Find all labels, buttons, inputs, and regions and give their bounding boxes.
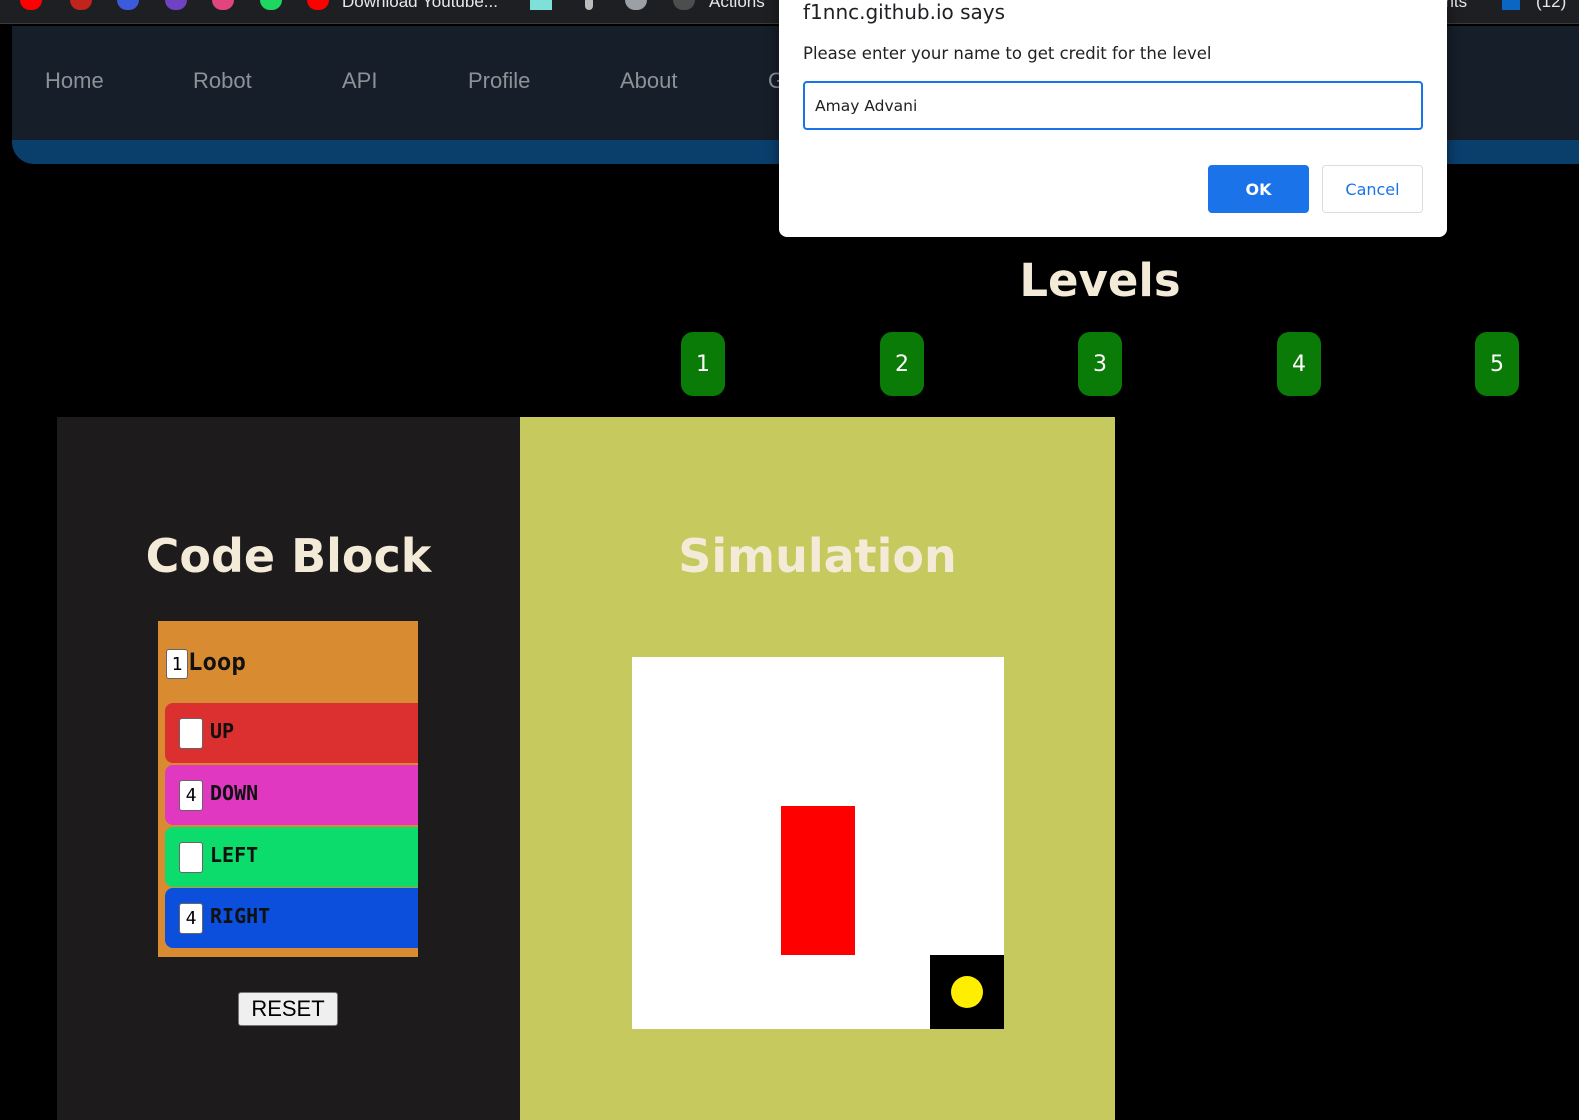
name-input[interactable] — [803, 81, 1423, 130]
robot-ball — [951, 976, 983, 1008]
globe-icon[interactable] — [117, 0, 139, 10]
multicolor-icon[interactable] — [165, 0, 187, 10]
bookmark-label-linkedin[interactable]: (12) — [1536, 0, 1566, 12]
nav-link-about[interactable]: About — [620, 68, 678, 94]
loop-block[interactable]: 1 Loop UP 4 DOWN LEFT 4 RIGHT — [158, 621, 418, 957]
code-block-title: Code Block — [145, 529, 432, 583]
right-count-input[interactable]: 4 — [179, 903, 203, 934]
level-button-1[interactable]: 1 — [681, 332, 725, 396]
bookmark-label-download-youtube[interactable]: Download Youtube... — [342, 0, 498, 12]
command-right-block[interactable]: 4 RIGHT — [165, 888, 418, 948]
page: Download Youtube... Actions ents (12) Ho… — [0, 0, 1579, 1120]
spotify-icon[interactable] — [260, 0, 282, 10]
bookmark-label-actions[interactable]: Actions — [709, 0, 765, 12]
reset-button[interactable]: RESET — [238, 992, 338, 1026]
circle-icon[interactable] — [212, 0, 234, 10]
up-label: UP — [210, 719, 235, 743]
command-left-block[interactable]: LEFT — [165, 827, 418, 887]
youtube-icon[interactable] — [20, 0, 42, 10]
simulation-panel: Simulation — [520, 417, 1115, 1120]
level-button-5[interactable]: 5 — [1475, 332, 1519, 396]
command-up-block[interactable]: UP — [165, 703, 418, 763]
code-block-panel: Code Block 1 Loop UP 4 DOWN LEFT 4 RIGHT… — [57, 417, 520, 1120]
github-icon[interactable] — [673, 0, 695, 10]
teal-square-icon[interactable] — [530, 0, 552, 10]
level-button-4[interactable]: 4 — [1277, 332, 1321, 396]
level-button-2[interactable]: 2 — [880, 332, 924, 396]
right-label: RIGHT — [210, 904, 271, 928]
youtube-icon[interactable] — [307, 0, 329, 10]
ok-button[interactable]: OK — [1208, 165, 1309, 213]
simulation-canvas — [632, 657, 1004, 1029]
wall-obstacle — [781, 806, 855, 955]
up-count-input[interactable] — [179, 718, 203, 749]
search-icon[interactable] — [625, 0, 647, 10]
command-down-block[interactable]: 4 DOWN — [165, 765, 418, 825]
simulation-title: Simulation — [678, 529, 957, 583]
down-count-input[interactable]: 4 — [179, 780, 203, 811]
nav-link-robot[interactable]: Robot — [193, 68, 252, 94]
dialog-origin: f1nnc.github.io says — [803, 0, 1006, 24]
down-label: DOWN — [210, 781, 259, 805]
left-label: LEFT — [210, 843, 259, 867]
linkedin-icon[interactable] — [1502, 0, 1520, 10]
nav-link-api[interactable]: API — [342, 68, 377, 94]
nav-link-profile[interactable]: Profile — [468, 68, 530, 94]
goal-cell — [930, 955, 1004, 1029]
prompt-dialog: f1nnc.github.io says Please enter your n… — [779, 0, 1447, 237]
loop-label: Loop — [188, 648, 246, 676]
left-count-input[interactable] — [179, 842, 203, 873]
cancel-button[interactable]: Cancel — [1322, 165, 1423, 213]
dialog-message: Please enter your name to get credit for… — [803, 44, 1212, 63]
nav-link-home[interactable]: Home — [45, 68, 104, 94]
music-note-icon[interactable] — [585, 0, 593, 10]
loop-count-input[interactable]: 1 — [166, 649, 188, 679]
levels-title: Levels — [1019, 254, 1181, 307]
level-button-3[interactable]: 3 — [1078, 332, 1122, 396]
red-spider-icon[interactable] — [70, 0, 92, 10]
